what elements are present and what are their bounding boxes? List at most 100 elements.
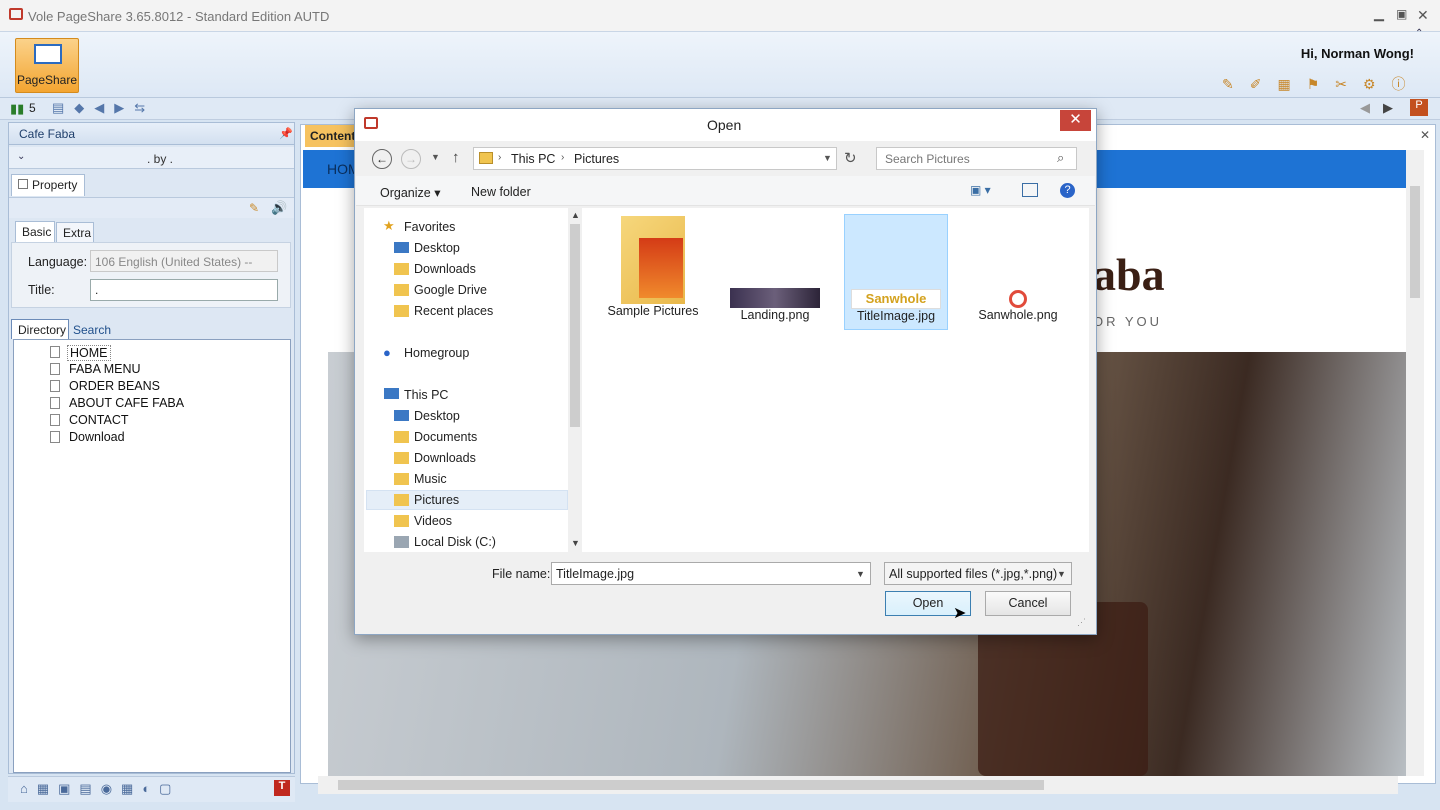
tree-item-download[interactable]: Download [69,430,125,444]
nav-this-pc[interactable]: This PC [404,388,448,402]
nav-pc-documents[interactable]: Documents [414,430,477,444]
file-item-sanwhole[interactable]: Sanwhole.png [966,214,1070,324]
chart-icon[interactable]: ▮▮ [10,101,24,117]
pin-icon[interactable]: 📌 [279,127,293,140]
nav-pc-videos[interactable]: Videos [414,514,452,528]
minimize-icon[interactable]: ▁ [1374,6,1384,22]
scroll-down-icon[interactable]: ▼ [571,538,580,548]
tab-basic[interactable]: Basic [15,221,55,242]
resize-grip-icon[interactable]: ⋰ [1077,617,1086,628]
downloads-folder-icon [394,263,409,275]
site-tagline: OR YOU [1093,314,1163,329]
forward-icon[interactable]: → [401,149,421,169]
content-tab[interactable]: Content [305,125,361,147]
help-icon[interactable]: ? [1060,183,1075,198]
preview-pane-icon[interactable] [1022,183,1038,197]
file-name-dropdown-icon[interactable]: ▼ [856,569,865,579]
search-input[interactable]: Search Pictures [876,147,1077,170]
recent-places-icon [394,305,409,317]
property-tab[interactable]: Property [11,174,85,196]
title-input[interactable]: . [90,279,278,301]
folder-icon [621,216,685,304]
edit-icon[interactable]: ✎ [249,201,259,215]
organize-button[interactable]: Organize ▾ [380,185,440,200]
dialog-app-icon [364,117,378,129]
landing-thumbnail [730,288,820,308]
breadcrumb-pictures[interactable]: Pictures [574,152,619,166]
nav-pc-local-disk[interactable]: Local Disk (C:) [414,535,496,549]
recent-dropdown-icon[interactable]: ▼ [431,152,440,162]
file-label: TitleImage.jpg [856,309,936,323]
text-tool-icon[interactable]: T [274,780,290,796]
speaker-icon[interactable]: 🔊 [271,200,287,216]
address-bar[interactable]: › This PC › Pictures ▼ [473,147,837,170]
monitor-icon [34,44,62,64]
collapse-icon[interactable]: ⌄ [17,151,25,162]
tree-item-order-beans[interactable]: ORDER BEANS [69,379,160,393]
nav-scrollbar[interactable]: ▲ ▼ [568,208,582,552]
file-item-titleimage[interactable]: Sanwhole TitleImage.jpg [844,214,948,330]
horizontal-scroll-thumb[interactable] [338,780,1044,790]
ribbon-tool-icons[interactable]: ✎✐▦⚑✂⚙ⓘ [1222,74,1422,94]
search-icon: ⌕ [1057,150,1065,165]
new-folder-button[interactable]: New folder [471,185,531,199]
tree-item-contact[interactable]: CONTACT [69,413,129,427]
file-type-select[interactable]: All supported files (*.jpg,*.png) ▼ [884,562,1072,585]
nav-fav-google-drive[interactable]: Google Drive [414,283,487,297]
nav-homegroup[interactable]: Homegroup [404,346,469,360]
panel-header: Cafe Faba 📌 [9,123,294,145]
tab-directory[interactable]: Directory [11,319,69,339]
file-item-landing[interactable]: Landing.png [723,214,827,324]
tab-search[interactable]: Search [73,323,111,337]
close-icon[interactable]: ✕ [1417,7,1429,24]
property-tab-label: Property [32,178,78,192]
file-item-sample-pictures[interactable]: Sample Pictures [601,214,705,324]
pageshare-button[interactable]: PageShare [15,38,79,93]
nav-pc-desktop[interactable]: Desktop [414,409,460,423]
sanwhole-thumbnail [1009,290,1027,308]
nav-scroll-thumb[interactable] [570,224,580,427]
file-label: Sample Pictures [607,304,699,318]
dialog-close-button[interactable]: ✕ [1060,110,1091,131]
up-icon[interactable]: ↑ [452,149,460,166]
file-name-input[interactable]: TitleImage.jpg ▼ [551,562,871,585]
titleimage-thumbnail: Sanwhole [851,289,941,309]
nav-pc-music[interactable]: Music [414,472,447,486]
dialog-command-bar: Organize ▾ New folder ▣ ▾ ? [356,176,1095,206]
tree-item-faba-menu[interactable]: FABA MENU [69,362,141,376]
directory-tree: HOME FABA MENU ORDER BEANS ABOUT CAFE FA… [13,339,291,773]
maximize-icon[interactable]: ▣ [1396,7,1407,21]
file-type-dropdown-icon[interactable]: ▼ [1057,569,1066,579]
breadcrumb-this-pc[interactable]: This PC [511,152,555,166]
view-options-icon[interactable]: ▣ ▾ [970,183,991,197]
file-type-value: All supported files (*.jpg,*.png) [889,567,1058,581]
content-close-icon[interactable]: ✕ [1420,128,1430,142]
vertical-scrollbar[interactable] [1406,150,1424,776]
address-dropdown-icon[interactable]: ▼ [823,153,832,163]
back-circle-icon[interactable]: ◀ [1360,100,1370,116]
vertical-scroll-thumb[interactable] [1410,186,1420,298]
tree-item-home[interactable]: HOME [67,345,111,361]
nav-pc-pictures[interactable]: Pictures [414,493,459,507]
language-select[interactable]: 106 English (United States) -- [90,250,278,272]
nav-favorites[interactable]: Favorites [404,220,455,234]
toolbar-icons[interactable]: ▤◆◀▶⇆ [52,100,155,116]
ppt-icon[interactable]: P [1410,99,1428,116]
nav-pc-downloads[interactable]: Downloads [414,451,476,465]
property-icon [18,179,28,189]
scroll-up-icon[interactable]: ▲ [571,210,580,220]
back-icon[interactable]: ← [372,149,392,169]
forward-circle-icon[interactable]: ▶ [1383,100,1393,116]
nav-fav-downloads[interactable]: Downloads [414,262,476,276]
refresh-icon[interactable]: ↻ [844,149,857,167]
dialog-titlebar: Open ✕ [355,109,1096,141]
cancel-button[interactable]: Cancel [985,591,1071,616]
bottom-tool-icons[interactable]: ⌂▦▣▤◉▦◐▢ [20,781,180,797]
nav-fav-recent[interactable]: Recent places [414,304,493,318]
horizontal-scrollbar[interactable] [318,776,1398,794]
tree-item-about[interactable]: ABOUT CAFE FABA [69,396,184,410]
tab-extra[interactable]: Extra [56,222,94,242]
collapse-ribbon-icon[interactable]: ⌃ [1415,28,1423,39]
nav-fav-desktop[interactable]: Desktop [414,241,460,255]
file-name-value: TitleImage.jpg [556,567,635,581]
